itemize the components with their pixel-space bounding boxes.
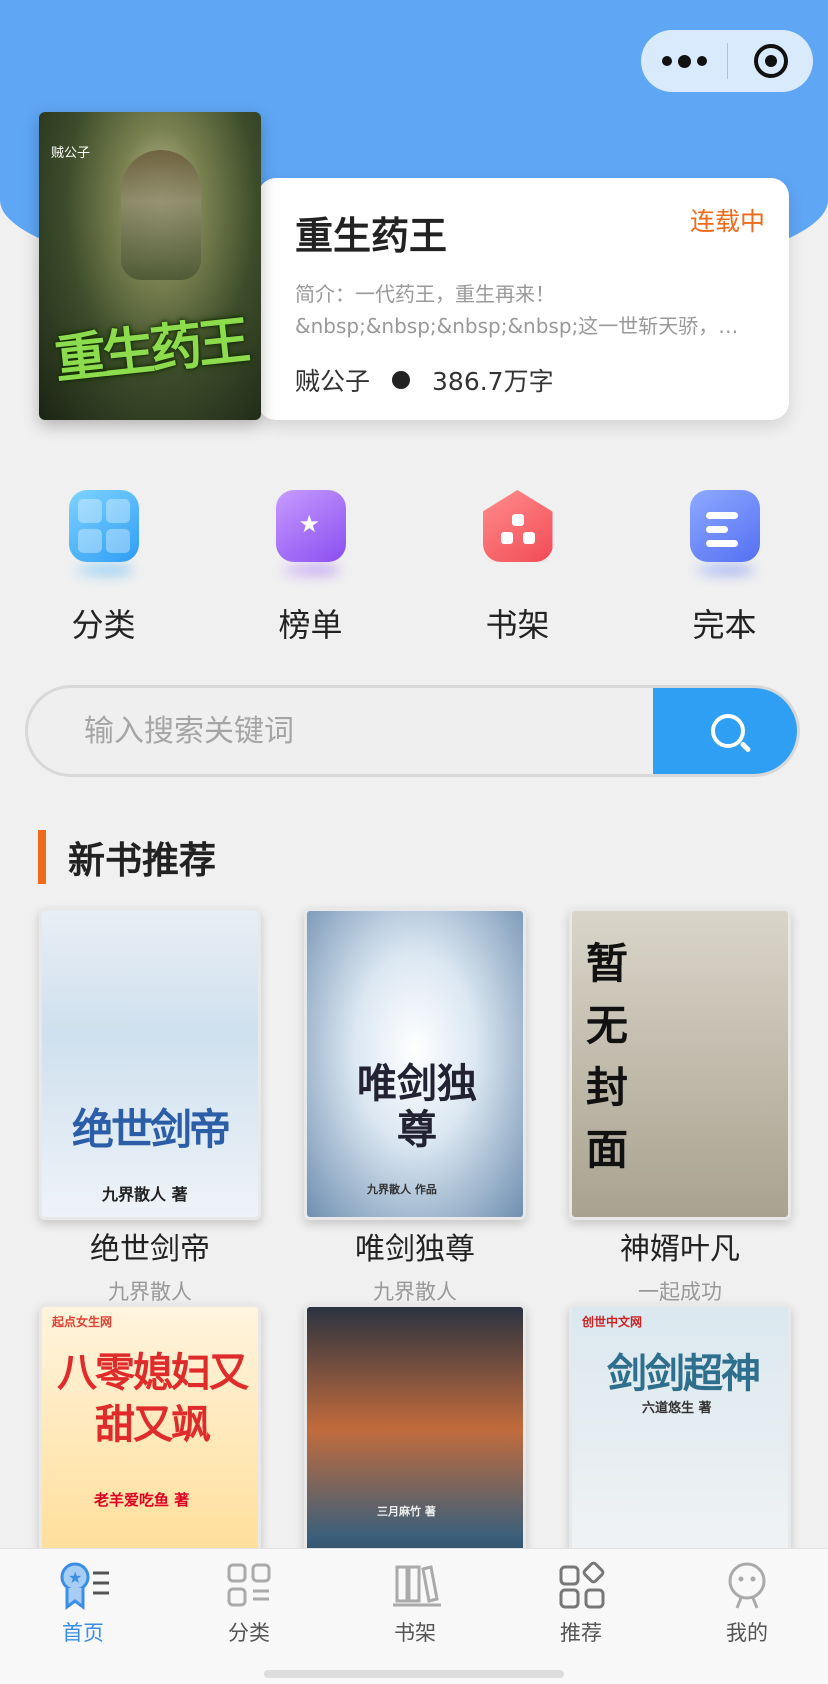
cover-title-text: 唯剑独尊 <box>357 1060 477 1153</box>
cover-author-text: 老羊爱吃鱼 著 <box>94 1491 190 1509</box>
book-card[interactable]: 唯剑独尊 九界散人 作品 唯剑独尊 九界散人 <box>304 908 526 1306</box>
intro-line: 简介：一代药王，重生再来！ <box>295 282 555 306</box>
cover-author-text: 九界散人 作品 <box>367 1183 437 1196</box>
cover-title-text: 八零媳妇又甜又飒 <box>57 1349 249 1448</box>
book-author: 一起成功 <box>638 1280 722 1304</box>
nav-completed[interactable]: 完本 <box>621 480 828 646</box>
tab-home[interactable]: ★ 首页 <box>0 1549 166 1684</box>
featured-book-author: 贼公子 <box>295 367 371 396</box>
quick-nav: 分类 ★ 榜单 书架 完本 <box>0 480 828 650</box>
tab-label: 书架 <box>394 1621 436 1645</box>
tab-label: 首页 <box>62 1621 104 1645</box>
cover-figure <box>121 150 201 280</box>
category-icon <box>225 1561 273 1611</box>
home-ribbon-icon: ★ <box>59 1561 109 1611</box>
cover-author-text: 三月麻竹 著 <box>377 1505 436 1518</box>
tab-bookshelf[interactable]: 书架 <box>332 1549 498 1684</box>
nav-ranking[interactable]: ★ 榜单 <box>207 480 414 646</box>
nav-label: 分类 <box>71 606 136 644</box>
recommend-icon <box>557 1561 605 1611</box>
book-card[interactable]: 绝世剑帝 九界散人 著 绝世剑帝 九界散人 <box>39 908 261 1306</box>
cover-author-text: 九界散人 著 <box>102 1185 188 1204</box>
book-title[interactable]: 神婿叶凡 <box>569 1224 791 1268</box>
book-cover[interactable]: 绝世剑帝 九界散人 著 <box>39 908 261 1220</box>
featured-book-wordcount: 386.7万字 <box>432 367 554 396</box>
search-bar <box>25 685 800 777</box>
tab-label: 推荐 <box>560 1621 602 1645</box>
tab-category[interactable]: 分类 <box>166 1549 332 1684</box>
tab-label: 分类 <box>228 1621 270 1645</box>
bookshelf-icon <box>391 1561 441 1611</box>
bookshelf-house-icon <box>482 490 553 562</box>
book-cover[interactable]: 唯剑独尊 九界散人 作品 <box>304 908 526 1220</box>
more-dots-icon[interactable] <box>641 30 727 92</box>
profile-icon <box>723 1561 771 1611</box>
book-author: 九界散人 <box>108 1280 192 1304</box>
cover-author-text: 六道悠生 著 <box>642 1401 712 1416</box>
cover-author-text: 贼公子 <box>51 146 91 161</box>
cover-publisher-text: 起点女生网 <box>52 1315 113 1329</box>
cover-title-text: 剑剑超神 <box>607 1350 761 1397</box>
target-icon[interactable] <box>728 30 813 92</box>
home-indicator <box>264 1670 564 1678</box>
featured-book-meta: 贼公子 386.7万字 <box>295 362 554 398</box>
ranking-star-icon: ★ <box>275 490 346 562</box>
section-header: 新书推荐 <box>38 830 216 884</box>
cover-publisher-text: 创世中文网 <box>582 1315 643 1329</box>
search-button[interactable] <box>653 688 797 774</box>
featured-book-cover[interactable]: 贼公子 重生药王 <box>39 112 261 420</box>
category-grid-icon <box>68 490 139 562</box>
book-title[interactable]: 唯剑独尊 <box>304 1224 526 1268</box>
cover-title-text: 暂无封面 <box>586 939 629 1174</box>
dot-separator <box>392 371 411 389</box>
nav-label: 书架 <box>485 606 550 644</box>
bottom-tab-bar: ★ 首页 分类 书架 推荐 我的 <box>0 1548 828 1684</box>
cover-title-text: 重生药王 <box>51 310 250 391</box>
search-input[interactable] <box>84 688 644 774</box>
tab-label: 我的 <box>726 1621 768 1645</box>
nav-label: 榜单 <box>278 606 343 644</box>
tab-profile[interactable]: 我的 <box>664 1549 828 1684</box>
book-cover[interactable]: 暂无封面 <box>569 908 791 1220</box>
nav-label: 完本 <box>692 606 757 644</box>
section-title: 新书推荐 <box>68 839 216 882</box>
tab-recommend[interactable]: 推荐 <box>498 1549 664 1684</box>
cover-title-text: 绝世剑帝 <box>71 1105 231 1154</box>
search-icon <box>711 714 745 748</box>
svg-text:★: ★ <box>68 1568 82 1587</box>
book-card[interactable]: 暂无封面 神婿叶凡 一起成功 <box>569 908 791 1306</box>
status-badge: 连载中 <box>690 207 766 236</box>
featured-book-title[interactable]: 重生药王 <box>295 205 447 260</box>
miniprogram-capsule <box>641 30 813 92</box>
nav-category[interactable]: 分类 <box>0 480 207 646</box>
section-accent-bar <box>38 830 46 884</box>
book-title[interactable]: 绝世剑帝 <box>39 1224 261 1268</box>
book-author: 九界散人 <box>373 1280 457 1304</box>
featured-book-intro: 简介：一代药王，重生再来！ &nbsp;&nbsp;&nbsp;&nbsp;这一… <box>295 278 755 342</box>
nav-bookshelf[interactable]: 书架 <box>414 480 621 646</box>
intro-line: &nbsp;&nbsp;&nbsp;&nbsp;这一世斩天骄，… <box>295 314 739 338</box>
completed-book-icon <box>689 490 760 562</box>
